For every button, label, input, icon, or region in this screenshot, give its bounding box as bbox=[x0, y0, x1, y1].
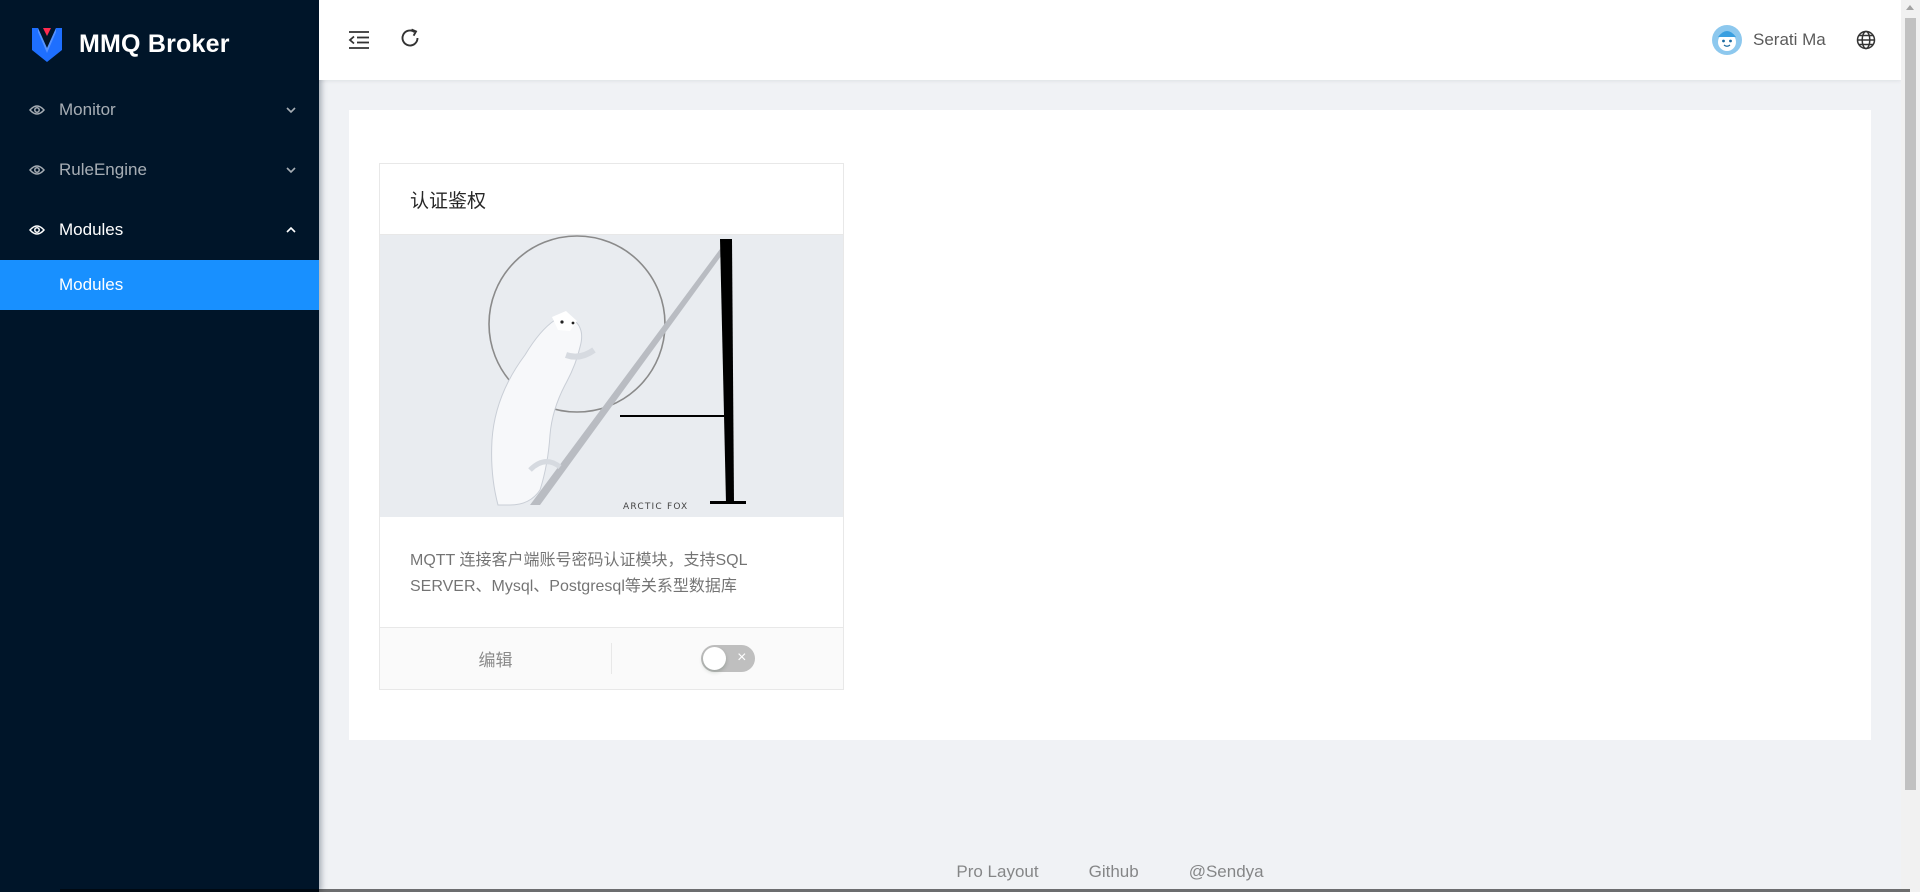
module-card: 认证鉴权 ARCTIC FOX MQTT 连接客户端账号密码认证模块，支持SQL… bbox=[379, 163, 844, 690]
footer: Pro Layout Github @Sendya bbox=[319, 862, 1901, 886]
module-enable-switch[interactable]: × bbox=[700, 645, 755, 672]
sidebar: MMQ Broker Monitor RuleEngine Modules Mo… bbox=[0, 0, 319, 892]
sidebar-item-modules[interactable]: Modules bbox=[0, 200, 319, 260]
sidebar-item-monitor[interactable]: Monitor bbox=[0, 80, 319, 140]
header: Serati Ma bbox=[319, 0, 1901, 80]
scroll-up-arrow-icon[interactable] bbox=[1906, 5, 1914, 10]
eye-icon bbox=[29, 102, 45, 118]
module-card-actions: 编辑 × bbox=[380, 627, 843, 689]
sidebar-menu: Monitor RuleEngine Modules Modules bbox=[0, 80, 319, 310]
user-name: Serati Ma bbox=[1753, 30, 1826, 49]
content-card: 认证鉴权 ARCTIC FOX MQTT 连接客户端账号密码认证模块，支持SQL… bbox=[349, 110, 1871, 740]
sidebar-item-label: Monitor bbox=[59, 100, 116, 119]
chevron-down-icon bbox=[286, 107, 296, 114]
eye-icon bbox=[29, 162, 45, 178]
cover-caption: ARCTIC FOX bbox=[623, 502, 688, 512]
module-card-description: MQTT 连接客户端账号密码认证模块，支持SQL SERVER、Mysql、Po… bbox=[410, 552, 747, 595]
reload-icon[interactable] bbox=[398, 26, 422, 50]
modules-submenu: Modules bbox=[0, 260, 319, 310]
scrollbar-thumb[interactable] bbox=[1905, 18, 1916, 790]
module-card-title: 认证鉴权 bbox=[380, 164, 843, 235]
app-title: MMQ Broker bbox=[79, 29, 230, 58]
module-card-cover: ARCTIC FOX bbox=[380, 235, 843, 517]
close-icon: × bbox=[737, 649, 747, 666]
logo-icon bbox=[32, 28, 62, 62]
avatar bbox=[1712, 25, 1742, 55]
switch-container: × bbox=[611, 643, 843, 674]
footer-link-github[interactable]: Github bbox=[1089, 862, 1139, 886]
sidebar-item-ruleengine[interactable]: RuleEngine bbox=[0, 140, 319, 200]
footer-link-pro-layout[interactable]: Pro Layout bbox=[956, 862, 1038, 886]
scrollbar[interactable] bbox=[1901, 0, 1920, 892]
sidebar-subitem-modules[interactable]: Modules bbox=[0, 260, 319, 310]
chevron-up-icon bbox=[286, 226, 296, 233]
logo[interactable]: MMQ Broker bbox=[32, 24, 230, 64]
footer-link-sendya[interactable]: @Sendya bbox=[1189, 862, 1264, 886]
sidebar-item-label: Modules bbox=[59, 220, 124, 239]
arctic-fox-cover-image: ARCTIC FOX bbox=[380, 235, 843, 517]
sidebar-item-label: RuleEngine bbox=[59, 160, 147, 179]
sidebar-subitem-label: Modules bbox=[59, 275, 124, 294]
edit-button[interactable]: 编辑 bbox=[380, 628, 611, 689]
menu-fold-icon[interactable] bbox=[347, 28, 371, 52]
switch-knob bbox=[702, 647, 726, 670]
eye-icon bbox=[29, 222, 45, 238]
globe-icon[interactable] bbox=[1854, 28, 1878, 52]
user-menu[interactable]: Serati Ma bbox=[1712, 24, 1826, 56]
chevron-down-icon bbox=[286, 167, 296, 174]
